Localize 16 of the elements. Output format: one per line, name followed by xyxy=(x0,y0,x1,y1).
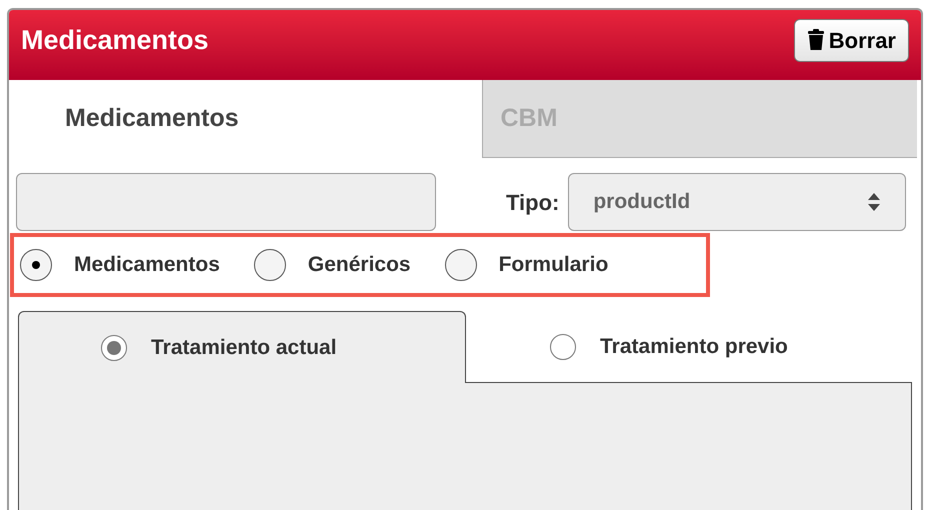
radio-label: Genéricos xyxy=(308,252,411,278)
radio-button[interactable] xyxy=(444,249,477,281)
radio-button[interactable] xyxy=(20,249,52,281)
panel-title: Medicamentos xyxy=(21,24,209,57)
radio-button[interactable] xyxy=(254,249,286,281)
search-field[interactable] xyxy=(16,173,436,231)
radio-button xyxy=(101,334,127,360)
delete-button[interactable]: Borrar xyxy=(794,18,909,62)
radio-label: Medicamentos xyxy=(74,252,220,278)
up-down-icon xyxy=(867,192,882,212)
type-label: Tipo: xyxy=(506,188,560,217)
tab[interactable]: Tratamiento actual xyxy=(18,311,466,383)
radio-label: Formulario xyxy=(498,252,608,278)
trash-icon xyxy=(806,29,825,51)
type-select[interactable]: productId xyxy=(568,173,906,231)
radio-button xyxy=(550,334,576,360)
